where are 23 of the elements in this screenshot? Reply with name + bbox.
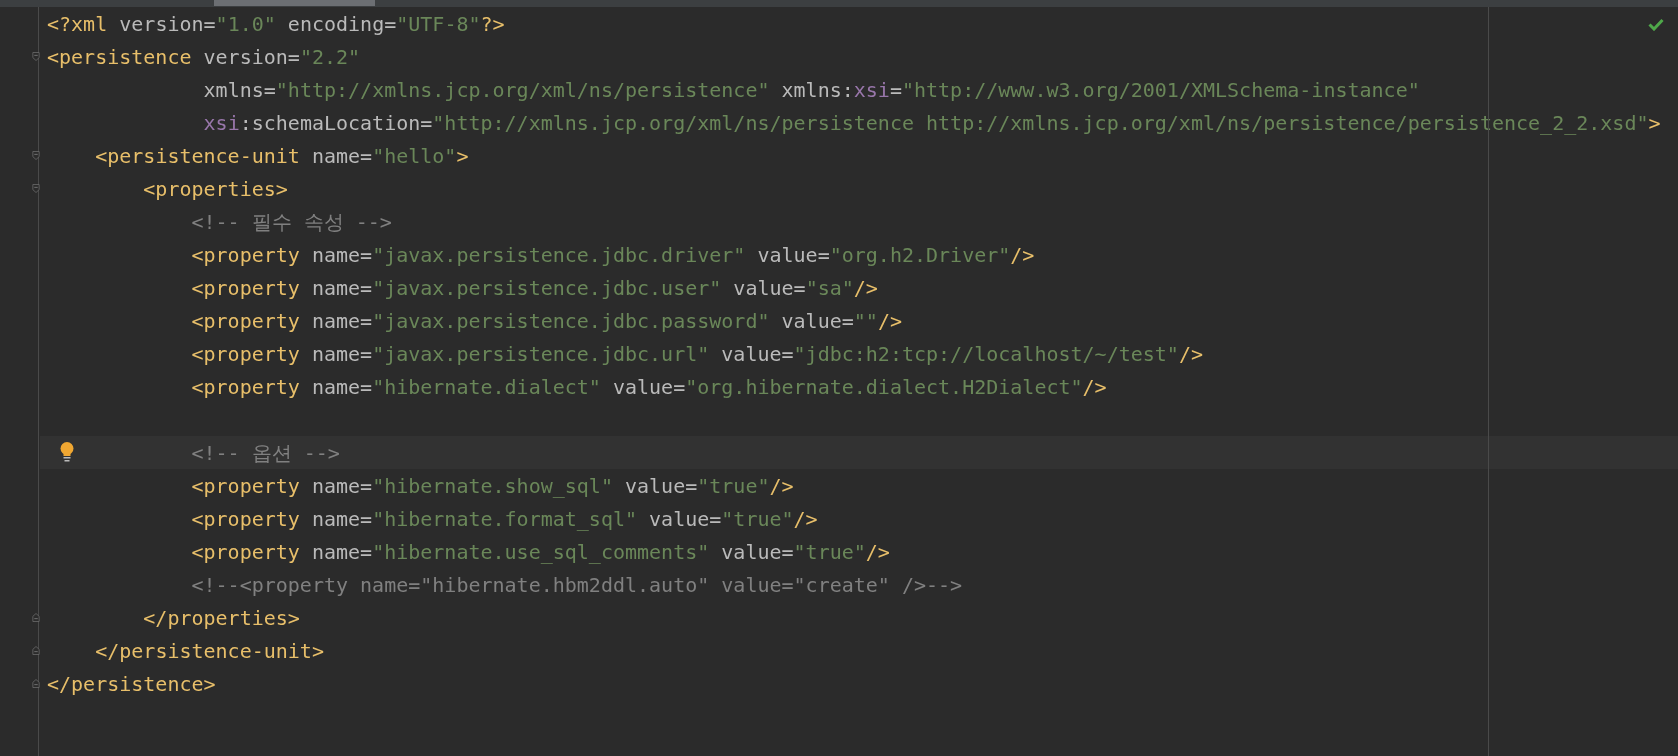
code-line: <?xml version="1.0" encoding="UTF-8"?>: [47, 10, 505, 37]
code-line: xmlns="http://xmlns.jcp.org/xml/ns/persistence" xmlns:xsi="http://www.w3.org/2001/XMLSchema-instance": [203, 76, 1420, 103]
code-line: <persistence version="2.2": [47, 43, 361, 70]
code-line: <property name="hibernate.use_sql_comments" value="true"/>: [191, 538, 890, 565]
code-line: <property name="javax.persistence.jdbc.driver" value="org.h2.Driver"/>: [191, 241, 1035, 268]
code-line: <property name="hibernate.format_sql" value="true"/>: [191, 505, 818, 532]
code-line: <!-- 옵션 -->: [191, 439, 340, 466]
code-line: <persistence-unit name="hello">: [95, 142, 469, 169]
code-line: </persistence-unit>: [95, 637, 324, 664]
scrollbar-thumb[interactable]: [214, 0, 375, 6]
checkmark-icon[interactable]: [1648, 18, 1664, 31]
code-line: xsi:schemaLocation="http://xmlns.jcp.org/xml/ns/persistence http://xmlns.jcp.org/xml/ns/persistence/persistence_2_2.xsd">: [203, 109, 1661, 136]
code-line: <property name="javax.persistence.jdbc.url" value="jdbc:h2:tcp://localhost/~/test"/>: [191, 340, 1203, 367]
code-line: <property name="javax.persistence.jdbc.password" value=""/>: [191, 307, 902, 334]
code-line: </properties>: [143, 604, 300, 631]
code-line: <properties>: [143, 175, 288, 202]
code-line: <property name="javax.persistence.jdbc.user" value="sa"/>: [191, 274, 878, 301]
code-line: </persistence>: [47, 670, 216, 697]
code-line: <!--<property name="hibernate.hbm2ddl.auto" value="create" />-->: [191, 571, 963, 598]
lightbulb-icon[interactable]: [60, 442, 74, 462]
code-line: <property name="hibernate.dialect" value="org.hibernate.dialect.H2Dialect"/>: [191, 373, 1107, 400]
code-line: <property name="hibernate.show_sql" value="true"/>: [191, 472, 794, 499]
code-line: <!-- 필수 속성 -->: [191, 208, 392, 235]
